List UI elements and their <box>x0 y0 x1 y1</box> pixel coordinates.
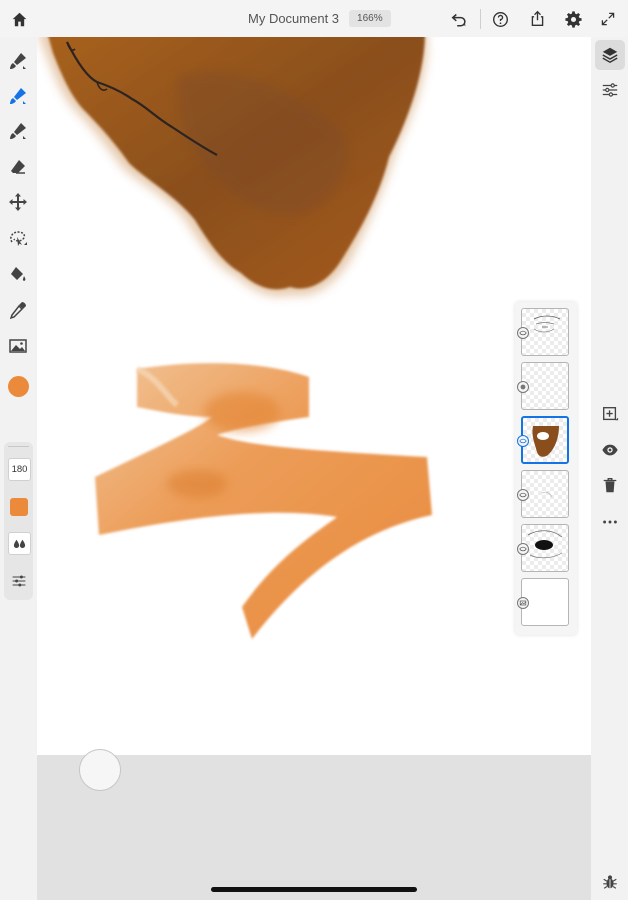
panel-divider <box>8 446 29 447</box>
layers-panel <box>515 302 577 635</box>
color-swatch[interactable] <box>8 376 29 397</box>
layer-visibility-toggle[interactable] <box>517 381 529 393</box>
layers-icon[interactable] <box>595 40 625 70</box>
canvas-artwork <box>39 37 432 639</box>
brush-color-swatch[interactable] <box>10 498 28 516</box>
drawing-canvas[interactable] <box>37 37 591 755</box>
fill-icon[interactable] <box>4 260 32 288</box>
water-drops-icon[interactable] <box>8 532 31 555</box>
document-title-group: My Document 3 166% <box>248 8 391 29</box>
undo-icon[interactable] <box>448 8 470 30</box>
eraser-icon[interactable] <box>4 153 32 181</box>
top-bar: My Document 3 166% <box>0 0 628 37</box>
bottom-panel <box>37 755 591 900</box>
vector-brush-icon[interactable] <box>4 117 32 145</box>
add-layer-icon[interactable] <box>595 399 625 429</box>
layer-visibility-toggle[interactable] <box>517 489 529 501</box>
gear-icon[interactable] <box>562 8 584 30</box>
layer-visibility-toggle[interactable] <box>517 327 529 339</box>
live-brush-icon[interactable] <box>4 82 32 110</box>
zoom-level[interactable]: 166% <box>349 10 391 27</box>
bug-report-icon[interactable] <box>595 867 625 897</box>
layer-properties-icon[interactable] <box>595 75 625 105</box>
delete-icon[interactable] <box>595 470 625 500</box>
document-title[interactable]: My Document 3 <box>248 11 339 26</box>
more-icon[interactable] <box>595 507 625 537</box>
brown-paint-stroke <box>39 37 428 297</box>
brush-size-value[interactable]: 180 <box>8 458 31 481</box>
visibility-icon[interactable] <box>595 435 625 465</box>
layer-visibility-toggle[interactable] <box>517 543 529 555</box>
toolbar-divider <box>480 9 481 29</box>
brush-settings-icon[interactable] <box>8 570 29 591</box>
home-icon[interactable] <box>8 8 30 30</box>
layer-visibility-toggle[interactable] <box>517 435 529 447</box>
lasso-icon[interactable] <box>4 224 32 252</box>
touch-shortcut-button[interactable] <box>79 749 121 791</box>
expand-icon[interactable] <box>597 8 619 30</box>
background-layer-icon[interactable] <box>517 597 529 609</box>
brush-properties-panel: 180 <box>4 442 33 600</box>
help-icon[interactable] <box>489 8 511 30</box>
right-toolbar <box>591 37 628 900</box>
move-icon[interactable] <box>4 188 32 216</box>
orange-paint-stroke <box>95 363 432 639</box>
home-indicator <box>211 887 417 892</box>
image-icon[interactable] <box>4 332 32 360</box>
left-toolbar: 180 <box>0 37 37 900</box>
pixel-brush-icon[interactable] <box>4 47 32 75</box>
share-icon[interactable] <box>526 7 548 29</box>
eyedropper-icon[interactable] <box>4 296 32 324</box>
